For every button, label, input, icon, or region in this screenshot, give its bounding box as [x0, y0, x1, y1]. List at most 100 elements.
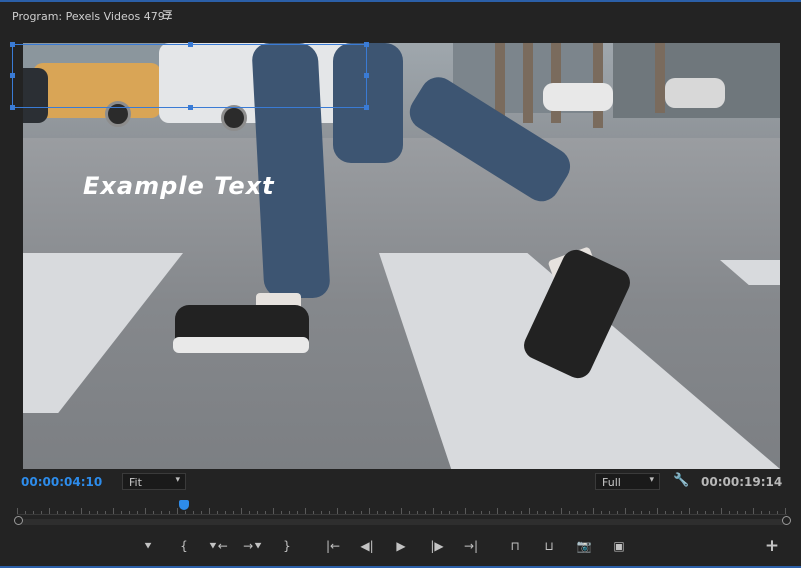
- zoom-level-value: Fit: [129, 476, 142, 489]
- ruler-tick: [633, 511, 634, 514]
- left-shoe-sole: [173, 337, 309, 353]
- ruler-tick: [417, 511, 418, 514]
- current-timecode[interactable]: 00:00:04:10: [21, 475, 102, 489]
- ruler-tick: [465, 508, 466, 514]
- ruler-tick: [569, 511, 570, 514]
- ruler-tick: [561, 508, 562, 514]
- ruler-tick: [129, 511, 130, 514]
- zoom-scroll-bar[interactable]: [18, 519, 786, 525]
- ruler-tick: [553, 511, 554, 514]
- truck-wheel: [221, 105, 247, 131]
- ruler-tick: [177, 508, 178, 514]
- ruler-tick: [529, 508, 530, 514]
- step-back-button[interactable]: ◀|: [357, 536, 377, 556]
- tree-trunk: [523, 43, 533, 123]
- ruler-tick: [537, 511, 538, 514]
- ruler-tick: [609, 511, 610, 514]
- duration-timecode: 00:00:19:14: [701, 475, 783, 489]
- crosswalk-stripe: [23, 253, 183, 413]
- ruler-tick: [153, 511, 154, 514]
- ruler-tick: [705, 511, 706, 514]
- ruler-tick: [681, 511, 682, 514]
- ruler-tick: [57, 511, 58, 514]
- ruler-tick: [761, 511, 762, 514]
- ruler-tick: [97, 511, 98, 514]
- resize-handle[interactable]: [188, 105, 193, 110]
- add-button[interactable]: +: [762, 536, 782, 556]
- resize-handle[interactable]: [10, 105, 15, 110]
- ruler-tick: [209, 508, 210, 514]
- export-frame-button[interactable]: 📷: [574, 536, 594, 556]
- chevron-down-icon: ▾: [175, 475, 180, 485]
- play-button[interactable]: ▶: [391, 536, 411, 556]
- playhead[interactable]: [179, 500, 189, 510]
- go-to-out-button[interactable]: →⯆: [243, 536, 263, 556]
- ruler-tick: [185, 511, 186, 514]
- ruler-tick: [449, 511, 450, 514]
- ruler-tick: [713, 511, 714, 514]
- ruler-tick: [345, 511, 346, 514]
- ruler-baseline: [17, 514, 787, 515]
- ruler-tick: [665, 511, 666, 514]
- hamburger-menu-icon[interactable]: ☰: [162, 8, 173, 22]
- time-ruler[interactable]: [17, 503, 787, 515]
- ruler-tick: [361, 511, 362, 514]
- text-bounding-box[interactable]: [10, 42, 369, 110]
- ruler-tick: [489, 511, 490, 514]
- ruler-tick: [337, 508, 338, 514]
- ruler-tick: [329, 511, 330, 514]
- white-car: [665, 78, 725, 108]
- ruler-tick: [593, 508, 594, 514]
- resize-handle[interactable]: [364, 105, 369, 110]
- resize-handle[interactable]: [10, 42, 15, 47]
- step-forward-button[interactable]: |▶: [427, 536, 447, 556]
- add-marker-button[interactable]: ⯆: [138, 536, 158, 556]
- ruler-tick: [249, 511, 250, 514]
- ruler-tick: [385, 511, 386, 514]
- go-to-out-point-button[interactable]: →|: [461, 536, 481, 556]
- resize-handle[interactable]: [188, 42, 193, 47]
- ruler-tick: [89, 511, 90, 514]
- overlay-text[interactable]: Example Text: [83, 172, 275, 200]
- lift-button[interactable]: ⊓: [505, 536, 525, 556]
- tree-trunk: [655, 43, 665, 113]
- ruler-tick: [313, 511, 314, 514]
- ruler-tick: [697, 511, 698, 514]
- ruler-tick: [377, 511, 378, 514]
- ruler-tick: [73, 511, 74, 514]
- ruler-tick: [145, 508, 146, 514]
- ruler-tick: [321, 511, 322, 514]
- go-to-in-point-button[interactable]: |←: [323, 536, 343, 556]
- resize-handle[interactable]: [10, 73, 15, 78]
- scroll-end-handle[interactable]: [782, 516, 791, 525]
- ruler-tick: [297, 511, 298, 514]
- mark-in-button[interactable]: {: [174, 536, 194, 556]
- ruler-tick: [105, 511, 106, 514]
- ruler-tick: [257, 511, 258, 514]
- compare-view-button[interactable]: ▣: [609, 536, 629, 556]
- wrench-icon[interactable]: 🔧: [673, 473, 689, 489]
- ruler-tick: [65, 511, 66, 514]
- ruler-tick: [161, 511, 162, 514]
- go-to-in-button[interactable]: ⯆←: [208, 536, 228, 556]
- ruler-tick: [641, 511, 642, 514]
- ruler-tick: [409, 511, 410, 514]
- ruler-tick: [217, 511, 218, 514]
- ruler-tick: [777, 511, 778, 514]
- resize-handle[interactable]: [364, 73, 369, 78]
- panel-header: Program: Pexels Videos 4797 ☰: [0, 2, 801, 32]
- ruler-tick: [753, 508, 754, 514]
- ruler-tick: [401, 508, 402, 514]
- ruler-tick: [521, 511, 522, 514]
- ruler-tick: [305, 508, 306, 514]
- white-car: [543, 83, 613, 111]
- resolution-select[interactable]: Full ▾: [595, 473, 660, 490]
- mark-out-button[interactable]: }: [277, 536, 297, 556]
- resize-handle[interactable]: [364, 42, 369, 47]
- zoom-level-select[interactable]: Fit ▾: [122, 473, 186, 490]
- ruler-tick: [425, 511, 426, 514]
- ruler-tick: [769, 511, 770, 514]
- extract-button[interactable]: ⊔: [539, 536, 559, 556]
- ruler-tick: [457, 511, 458, 514]
- scroll-start-handle[interactable]: [14, 516, 23, 525]
